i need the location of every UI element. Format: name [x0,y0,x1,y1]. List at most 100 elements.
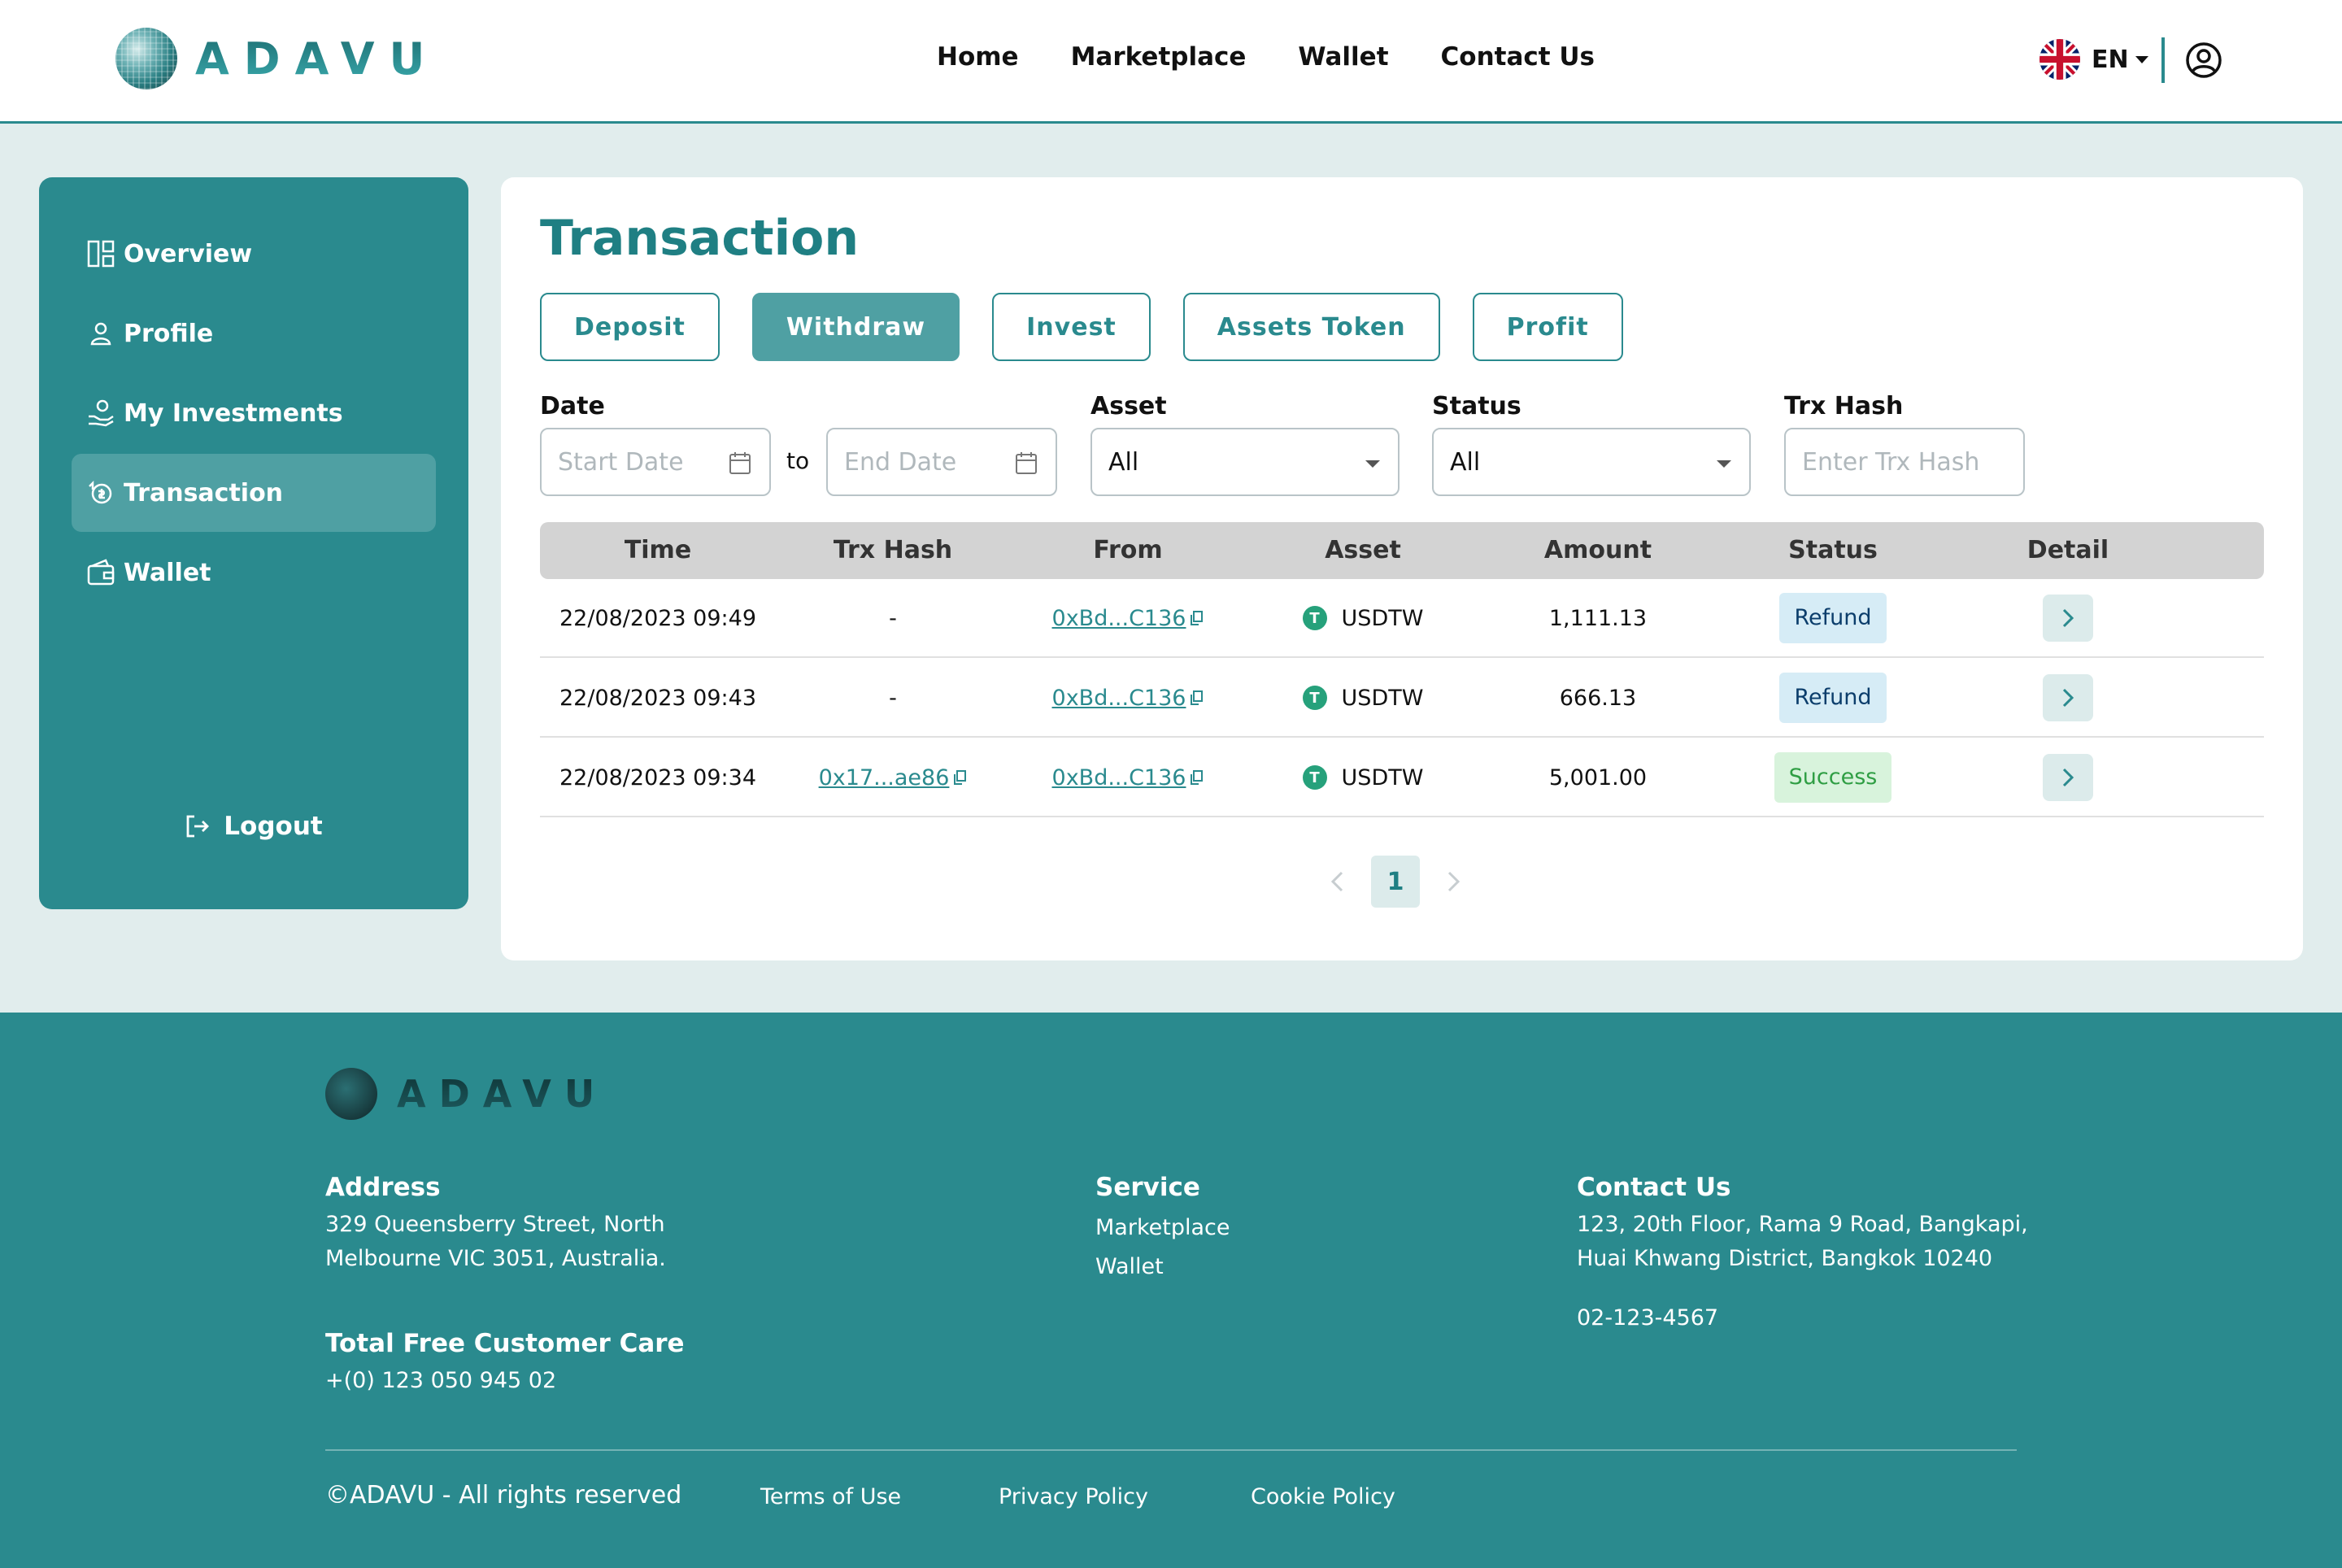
footer-link-wallet[interactable]: Wallet [1095,1250,1164,1284]
logo-globe-icon [325,1068,377,1120]
nav-home[interactable]: Home [937,42,1019,72]
from-cell: 0xBd...C136 [1010,578,1246,658]
detail-cell [1950,578,2186,658]
start-date-input[interactable]: Start Date [540,428,771,496]
customer-care-phone: +(0) 123 050 945 02 [325,1368,557,1393]
copyright: ©ADAVU - All rights reserved [325,1481,682,1509]
sidebar-item-label: Profile [124,319,214,348]
column-header-detail: Detail [2026,536,2109,564]
tab-deposit[interactable]: Deposit [540,293,720,361]
wallet-icon [87,559,115,586]
table-row: 22/08/2023 09:49 - 0xBd...C136 T USDTW 1… [540,578,2264,658]
sidebar-item-label: Wallet [124,558,211,587]
column-header-time: Time [624,536,692,564]
main-nav: Home Marketplace Wallet Contact Us [937,42,1595,72]
from-address-link[interactable]: 0xBd...C136 [1052,686,1186,711]
from-address-link[interactable]: 0xBd...C136 [1052,765,1186,791]
status-select[interactable]: All [1432,428,1751,496]
chevron-down-icon [1717,460,1731,468]
footer-logo[interactable]: ADAVU [325,1068,607,1120]
detail-button[interactable] [2043,595,2093,642]
asset-filter-label: Asset [1090,392,1167,420]
page-title: Transaction [540,210,860,267]
sidebar-item-transaction[interactable]: Transaction [72,454,436,532]
footer-link-cookie[interactable]: Cookie Policy [1251,1480,1395,1514]
trx-hash-input[interactable]: Enter Trx Hash [1784,428,2025,496]
copy-icon[interactable] [1189,690,1204,706]
column-header-from: From [1093,536,1163,564]
status-badge: Refund [1779,673,1887,723]
chevron-left-icon[interactable] [1329,870,1347,893]
address-line-1: 329 Queensberry Street, North [325,1212,665,1237]
sidebar: Overview Profile My Investments Transact… [39,177,468,909]
footer-link-terms[interactable]: Terms of Use [760,1480,901,1514]
status-cell: Refund [1715,578,1951,658]
page-button-current[interactable]: 1 [1371,856,1420,908]
trx-hash-placeholder: Enter Trx Hash [1802,447,1980,477]
logo-globe-icon [115,28,177,89]
end-date-input[interactable]: End Date [826,428,1057,496]
account-icon[interactable] [2184,41,2223,80]
nav-contact-us[interactable]: Contact Us [1441,42,1595,72]
tab-profit[interactable]: Profit [1472,293,1623,361]
contact-phone: 02-123-4567 [1577,1305,1719,1331]
customer-care-title: Total Free Customer Care [325,1329,685,1358]
tether-icon: T [1302,606,1327,630]
chevron-right-icon [2062,688,2074,708]
chevron-down-icon [2135,55,2148,63]
trx-hash-cell: - [889,605,897,631]
chevron-right-icon[interactable] [1444,870,1462,893]
chevron-right-icon [2062,608,2074,628]
copy-icon[interactable] [952,769,967,786]
table-row: 22/08/2023 09:43 - 0xBd...C136 T USDTW 6… [540,658,2264,738]
column-header-status: Status [1788,536,1878,564]
status-cell: Success [1715,738,1951,817]
transaction-tabs: Deposit Withdraw Invest Assets Token Pro… [540,293,1623,361]
sidebar-item-my-investments[interactable]: My Investments [72,374,436,452]
footer-link-marketplace[interactable]: Marketplace [1095,1211,1230,1245]
asset-name: USDTW [1341,605,1424,631]
asset-cell: T USDTW [1245,578,1481,658]
date-filter-label: Date [540,392,605,420]
calendar-icon [1016,452,1037,474]
sidebar-item-label: Overview [124,239,253,268]
investments-icon [89,399,114,427]
tab-assets-token[interactable]: Assets Token [1182,293,1440,361]
contact-title: Contact Us [1577,1173,1731,1202]
logout-label: Logout [224,812,323,841]
footer-link-privacy[interactable]: Privacy Policy [999,1480,1148,1514]
trx-hash-link[interactable]: 0x17...ae86 [819,765,950,791]
logo-text: ADAVU [195,33,440,85]
table-row: 22/08/2023 09:34 0x17...ae86 0xBd...C136… [540,738,2264,817]
brand-logo[interactable]: ADAVU [115,28,439,89]
sidebar-item-wallet[interactable]: Wallet [72,534,436,612]
detail-button[interactable] [2043,754,2093,801]
time-cell: 22/08/2023 09:49 [559,605,756,631]
status-cell: Refund [1715,658,1951,738]
copy-icon[interactable] [1189,610,1204,626]
asset-select[interactable]: All [1090,428,1400,496]
logout-icon [186,815,210,838]
amount-cell: 1,111.13 [1548,605,1648,631]
trx-hash-filter-label: Trx Hash [1784,392,1904,420]
nav-wallet[interactable]: Wallet [1298,42,1388,72]
sidebar-item-profile[interactable]: Profile [72,294,436,372]
footer-logo-text: ADAVU [397,1072,608,1116]
language-selector[interactable]: EN [2039,39,2148,80]
tab-invest[interactable]: Invest [992,293,1151,361]
transaction-icon [89,480,112,504]
from-address-link[interactable]: 0xBd...C136 [1052,606,1186,631]
copy-icon[interactable] [1189,769,1204,786]
transaction-panel: Transaction Deposit Withdraw Invest Asse… [501,177,2303,960]
nav-marketplace[interactable]: Marketplace [1071,42,1247,72]
start-date-placeholder: Start Date [558,447,684,477]
tether-icon: T [1302,686,1327,710]
sidebar-item-overview[interactable]: Overview [72,215,436,293]
trx-hash-cell: - [889,685,897,711]
tab-withdraw[interactable]: Withdraw [751,293,960,361]
column-header-trx-hash: Trx Hash [833,536,953,564]
asset-cell: T USDTW [1245,658,1481,738]
logout-button[interactable]: Logout [39,812,468,841]
detail-button[interactable] [2043,674,2093,721]
status-badge: Refund [1779,593,1887,643]
